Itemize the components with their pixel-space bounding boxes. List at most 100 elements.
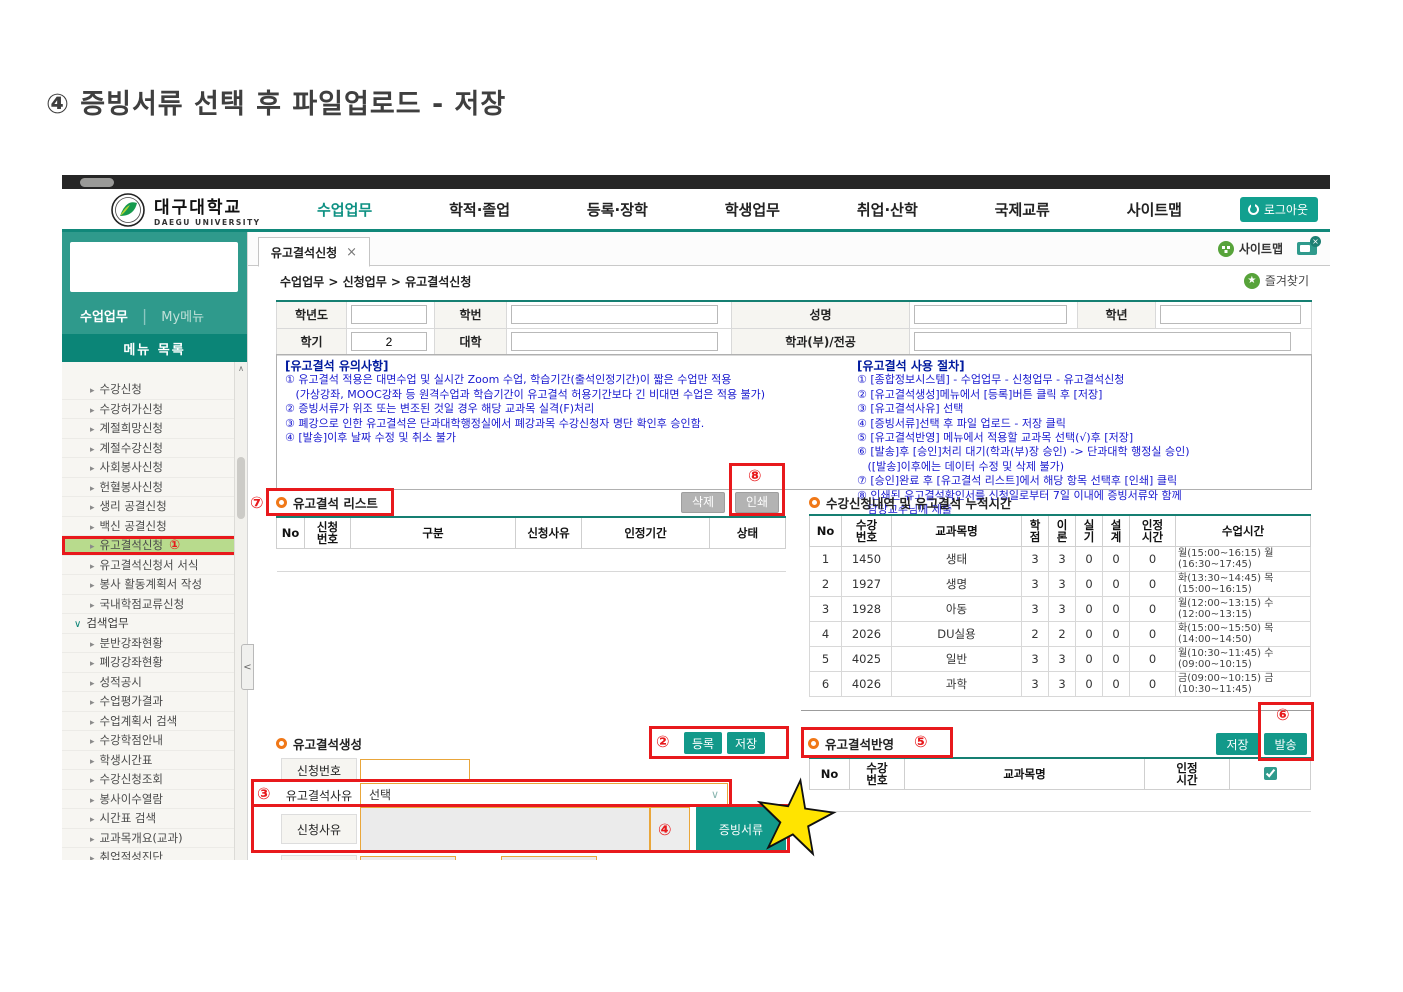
sidebar-item[interactable]: ▸수강허가신청 [62,400,247,420]
sidebar-item[interactable]: ▸사회봉사신청 [62,458,247,478]
section-bullet-icon [808,738,819,749]
sidebar-item[interactable]: ▸학생시간표 [62,751,247,771]
sidebar-item[interactable]: ∨ 검색업무 [62,614,247,634]
sidebar-item[interactable]: ▸수업평가결과 [62,692,247,712]
sidebar-tab-mymenu[interactable]: My메뉴 [161,306,204,325]
nav-item-student[interactable]: 학생업무 [725,199,780,220]
print-button[interactable]: 인쇄 [735,492,779,513]
col-apply-no: 신청 번호 [305,517,351,549]
sidebar-item[interactable]: ▸수강신청조회 [62,770,247,790]
student-id-input[interactable] [511,305,718,324]
section-bullet-icon [276,738,287,749]
window-icon[interactable] [1297,242,1317,255]
sidebar-item[interactable]: ▸헌혈봉사신청 [62,478,247,498]
sidebar-item-label: 헌혈봉사신청 [100,480,163,494]
table-cell: 0 [1130,572,1176,597]
name-input[interactable] [914,305,1067,324]
term-label: 학기 [277,328,347,355]
sidebar-item[interactable]: ▸수강신청 [62,380,247,400]
arrow-icon: ∨ [74,619,81,630]
sidebar-item[interactable]: ▸분반강좌현황 [62,634,247,654]
logout-button[interactable]: 로그아웃 [1240,197,1318,222]
year-input[interactable] [351,305,427,324]
nav-item-classwork[interactable]: 수업업무 [317,199,372,220]
apply-save-button[interactable]: 저장 [1216,733,1259,755]
sidebar-item-label: 검색업무 [86,616,128,630]
sidebar-item[interactable]: ▸수강학점안내 [62,731,247,751]
table-cell: DU실용 [892,622,1022,647]
major-input[interactable] [914,332,1291,351]
sidebar-item[interactable]: ▸ 국내학점교류신청 [62,595,247,615]
sidebar-collapse-handle[interactable]: < [241,644,254,690]
arrow-icon: ▸ [90,796,95,806]
sidebar-tab-classwork[interactable]: 수업업무 [80,306,128,325]
scrollbar-up-icon[interactable]: ∧ [235,364,247,373]
sidebar-item-label: 국내학점교류신청 [100,597,185,611]
slide-title: ④ 증빙서류 선택 후 파일업로드 - 저장 [46,82,506,121]
table-cell: 2 [810,572,842,597]
table-row: 64026과학33000금(09:00~10:15) 금(10:30~11:45… [810,672,1311,697]
reason-type-label: 유고결석사유 [281,783,357,807]
arrow-icon: ▸ [90,679,95,689]
chevron-down-icon: ∨ [711,788,719,801]
sidebar-item[interactable]: ▸계절수강신청 [62,439,247,459]
period-start-input[interactable] [360,856,456,860]
send-button[interactable]: 발송 [1264,733,1307,755]
favorite-link[interactable]: ★즐겨찾기 [1244,272,1309,289]
arrow-icon: ▸ [90,640,95,650]
nav-item-sitemap[interactable]: 사이트맵 [1127,199,1182,220]
arrow-icon: ▸ [90,425,95,435]
sidebar-item[interactable]: ▸ 계절희망신청 [62,419,247,439]
arrow-icon: ▸ [90,601,95,611]
nav-item-registration[interactable]: 등록·장학 [587,199,648,220]
text-line: (가상강좌, MOOC강좌 등 원격수업과 학습기간이 유고결석 허용기간보다 … [285,388,845,402]
sidebar-scrollbar[interactable]: ∧ [234,362,247,860]
sidebar-item[interactable]: ▸성적공시 [62,673,247,693]
sidebar-item[interactable]: ▸수업계획서 검색 [62,712,247,732]
sidebar-item[interactable]: ▸봉사 활동계획서 작성 [62,575,247,595]
table-cell: 0 [1103,572,1130,597]
select-all-checkbox[interactable] [1264,767,1277,780]
reason-textarea[interactable] [360,807,650,851]
college-input[interactable] [511,332,718,351]
period-end-input[interactable] [501,856,597,860]
sidebar-item-label: 봉사이수열람 [100,792,163,806]
sidebar-item[interactable]: ▸폐강강좌현황 [62,653,247,673]
table-cell: 0 [1130,622,1176,647]
major-label: 학과(부)/전공 [732,328,910,355]
tab-close-icon[interactable]: × [346,245,357,260]
create-save-button[interactable]: 저장 [727,732,765,754]
sidebar-item[interactable]: ▸시간표 검색 [62,809,247,829]
sidebar-item-label: 봉사 활동계획서 작성 [100,577,203,591]
register-button[interactable]: 등록 [684,732,722,754]
sidebar-item[interactable]: ▸생리 공결신청 [62,497,247,517]
sidebar-item[interactable]: ▸교과목개요(교과) [62,829,247,849]
table-cell: 3 [1022,647,1049,672]
grade-input[interactable] [1160,305,1301,324]
sidebar-info-box [70,242,238,292]
delete-button[interactable]: 삭제 [681,492,725,513]
sidebar-item-label: 계절희망신청 [100,421,163,435]
sidebar-item[interactable]: ▸ 봉사이수열람 [62,790,247,810]
sitemap-link[interactable]: 사이트맵 [1218,240,1283,257]
nav-item-career[interactable]: 취업·산학 [857,199,918,220]
arrow-icon: ▸ [90,854,95,860]
university-emblem-icon [110,192,146,228]
browser-chrome-bar [62,175,1330,189]
sidebar-item[interactable]: ▸유고결석신청서 서식 [62,556,247,576]
sidebar-item[interactable]: ▸백신 공결신청 [62,517,247,537]
term-input[interactable] [351,332,427,351]
tab-absence-application[interactable]: 유고결석신청 × [258,237,370,267]
scrollbar-thumb[interactable] [237,457,245,519]
nav-item-international[interactable]: 국제교류 [995,199,1050,220]
absence-reason-select[interactable]: 선택 ∨ [360,783,728,806]
text-line: ④ [발송]이후 날짜 수정 및 취소 불가 [285,431,845,445]
sidebar-item[interactable]: ▸취업적성진단 [62,848,247,860]
nav-item-records[interactable]: 학적·졸업 [449,199,510,220]
sidebar-item[interactable]: ▸유고결석신청① [62,536,247,556]
sidebar-item-label: 수강신청 [100,382,142,396]
student-id-label: 학번 [435,301,507,328]
portal-header: 대구대학교 DAEGU UNIVERSITY 수업업무 학적·졸업 등록·장학 … [62,189,1330,232]
table-cell: 일반 [892,647,1022,672]
apply-no-input[interactable] [360,759,470,780]
